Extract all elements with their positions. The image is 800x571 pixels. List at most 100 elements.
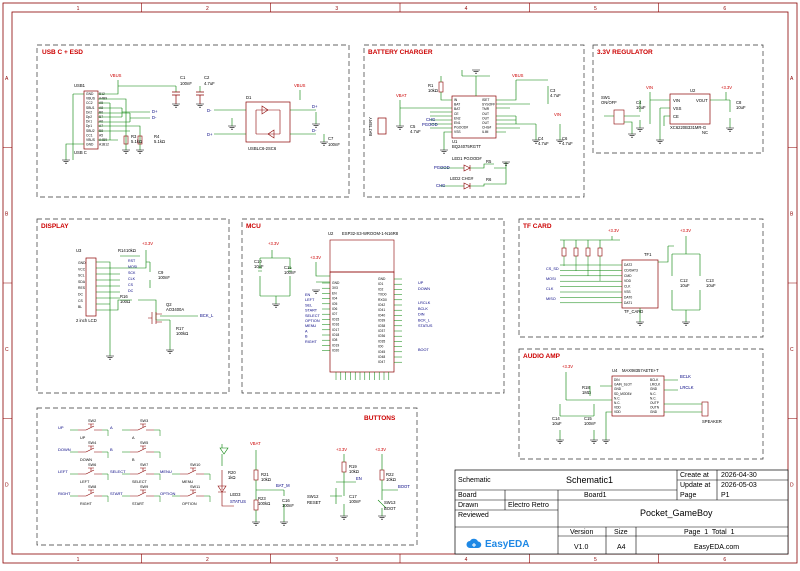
ref-d1: D1 bbox=[246, 95, 252, 100]
net-bclk-audio: BCLK bbox=[680, 374, 691, 379]
btn-net-left: LEFT bbox=[58, 469, 68, 474]
gnd-symbol-0 bbox=[62, 159, 70, 164]
net-led3-status: STATUS bbox=[230, 499, 246, 504]
block-title-charger: BATTERY CHARGER bbox=[368, 49, 433, 56]
lcd-net-clk: CLK bbox=[128, 277, 136, 281]
border-col-bottom-6: 6 bbox=[723, 557, 726, 563]
block-title-regulator: 3.3V REGULATOR bbox=[597, 49, 653, 56]
border-col-4: 4 bbox=[465, 6, 468, 12]
u1-pinl-2: BAT bbox=[454, 107, 460, 111]
ref-sw13: SW13 bbox=[384, 500, 396, 505]
tf-pin-4: CLK bbox=[624, 285, 631, 289]
mcu-net-left: LEFT bbox=[305, 298, 315, 302]
block-title-buttons: BUTTONS bbox=[364, 415, 396, 422]
border-col-bottom-3: 3 bbox=[335, 557, 338, 563]
speaker-connector bbox=[701, 401, 709, 417]
mcu-pinr-14: IO45 bbox=[378, 350, 385, 354]
display-block: DISPLAY bbox=[36, 218, 230, 394]
mcu-netr-bck_l: BCK_L bbox=[418, 318, 430, 322]
label-boot: BOOT bbox=[384, 506, 396, 511]
btn-label-down: DOWN bbox=[80, 458, 92, 462]
lcd-nets: RST MOSI SCK CLK CS DC bbox=[128, 259, 137, 293]
border-col-bottom-5: 5 bbox=[594, 557, 597, 563]
val-r21: 10kΩ bbox=[261, 477, 271, 482]
gnd-symbol-3 bbox=[172, 103, 180, 108]
sw1-body bbox=[613, 109, 625, 125]
gnd-symbol-22 bbox=[682, 321, 690, 326]
lcd-pin-vcc: VCC bbox=[78, 267, 86, 271]
usb-pin-num-4: B6 bbox=[99, 110, 103, 114]
val-c1: 100nF bbox=[180, 81, 192, 86]
charger-circuit: VBAT R1 10kΩ INBATBATCEEN2EN1PGOOD#VSSIS… bbox=[368, 70, 573, 190]
tf-pullup-0 bbox=[561, 247, 567, 257]
tb-schematic-value: Schematic1 bbox=[566, 475, 614, 485]
border-row-D: D bbox=[5, 482, 9, 488]
status-led: LED3 STATUS R20 1kΩ bbox=[217, 444, 246, 507]
button-start: SW9 START START bbox=[110, 485, 161, 506]
gnd-symbol-20 bbox=[272, 303, 280, 308]
ref-r6: R6 bbox=[486, 177, 492, 182]
lcd-connector bbox=[85, 257, 97, 317]
power-33-reg: +3.3V bbox=[721, 85, 732, 90]
u4-pinr-7: GND bbox=[650, 410, 658, 414]
tb-created-value: 2026-04-30 bbox=[721, 472, 757, 479]
power-vin-reg: VIN bbox=[646, 85, 653, 90]
led2-label: LED2 CHG# bbox=[450, 176, 474, 181]
u1-pinr-5: OUT bbox=[482, 121, 489, 125]
gnd-symbol-10 bbox=[472, 69, 480, 74]
gnd-symbol-27 bbox=[252, 521, 260, 526]
u1-pinr-0: ISET bbox=[482, 98, 489, 102]
lcd-net-cs: CS bbox=[128, 283, 134, 287]
tf-pin-0: DAT2 bbox=[624, 263, 632, 267]
gnd-symbol-7 bbox=[320, 141, 328, 146]
regulator-circuit: SW1 ON/OFF C4 10uF VIN U2 VIN VSS CE VOU… bbox=[601, 85, 746, 140]
val-c8: 10uF bbox=[736, 105, 746, 110]
border-row-right-A: A bbox=[790, 76, 794, 82]
val-c13: 10uF bbox=[706, 283, 716, 288]
part-u1: BQ24075RGTT bbox=[452, 144, 482, 149]
tf-pin-5: VSS bbox=[624, 290, 631, 294]
u4-pinl-4: N.C. bbox=[614, 396, 620, 400]
val-r3: 5.1kΩ bbox=[131, 139, 142, 144]
btn-net-option: OPTION bbox=[160, 491, 175, 496]
btn-label-a: A bbox=[132, 436, 135, 440]
tb-reviewed-label: Reviewed bbox=[458, 512, 489, 519]
tf-pullup-1 bbox=[573, 247, 579, 257]
tf-pin-2: CMD bbox=[624, 274, 632, 278]
tfcard-circuit: +3.3V +3.3V TF1 DAT2CD/DAT3CMDVDDCLKVSSD… bbox=[546, 228, 716, 322]
gnd-symbol-2 bbox=[136, 149, 144, 154]
mcu-netr-up: UP bbox=[418, 281, 424, 285]
border-col-bottom-4: 4 bbox=[465, 557, 468, 563]
lcd-pin-gnd: GND bbox=[78, 261, 86, 265]
val-c15: 100nF bbox=[584, 421, 596, 426]
u4-pinl-5: N.C. bbox=[614, 401, 620, 405]
net-dp-usb: D+ bbox=[152, 109, 158, 114]
gnd-symbol-29 bbox=[340, 515, 348, 520]
val-c2: 4.7uF bbox=[204, 81, 215, 86]
power-33-display: +3.3V bbox=[142, 241, 153, 246]
mcu-pinl-3: IO4 bbox=[332, 297, 337, 301]
mcu-pinl-2: EN bbox=[332, 291, 337, 295]
u4-pinr-3: N.C. bbox=[650, 392, 656, 396]
val-c4ch: 4.7uF bbox=[538, 141, 549, 146]
charger-block: BATTERY CHARGER bbox=[363, 44, 585, 198]
btn-net-select: SELECT bbox=[110, 469, 126, 474]
tf-pullup-3 bbox=[597, 247, 603, 257]
mcu-pinr-11: IO36 bbox=[378, 334, 385, 338]
mcu-pinr-0: GND bbox=[378, 277, 386, 281]
u4-pins: DINGAIN_SLOTGNDSD_MODE#N.C.N.C.VDDVDDBCL… bbox=[614, 378, 661, 414]
r1-body bbox=[438, 81, 444, 93]
part-q2: AO3400A bbox=[166, 307, 184, 312]
mcu-pinr-8: IO39 bbox=[378, 319, 385, 323]
val-c9: 100nF bbox=[158, 275, 170, 280]
button-switches: SW2UPUPSW4DOWNDOWNSW6LEFTLEFTSW8RIGHTRIG… bbox=[58, 419, 211, 506]
u2-pin-vout: VOUT bbox=[696, 98, 708, 103]
battery-symbol bbox=[377, 117, 387, 135]
btn-net-a: A bbox=[110, 425, 113, 430]
tb-page-value: P1 bbox=[721, 492, 730, 499]
part-u2mcu: ESP32-S3-WROOM-1-N16R8 bbox=[342, 231, 399, 236]
border-row-right-B: B bbox=[790, 211, 794, 217]
u2-pin-ce: CE bbox=[673, 114, 679, 119]
mcu-pinl-0: GND bbox=[332, 281, 340, 285]
audio-circuit: U4 MAX98357AETE+T DINGAIN_SLOTGNDSD_MODE… bbox=[552, 364, 722, 440]
